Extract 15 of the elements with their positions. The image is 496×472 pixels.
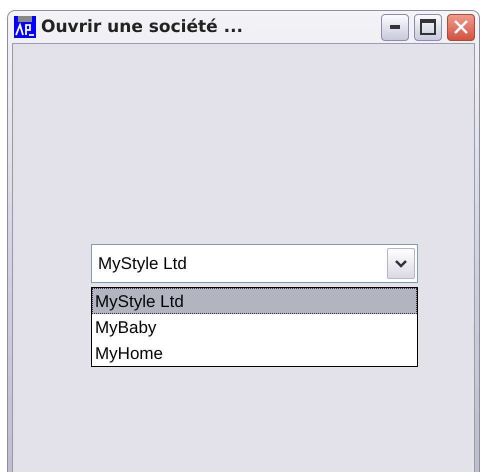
maximize-button[interactable] (414, 14, 442, 40)
combo-value: MyStyle Ltd (98, 254, 188, 274)
app-icon (14, 16, 36, 38)
chevron-down-icon (395, 260, 407, 268)
dropdown-option[interactable]: MyStyle Ltd (92, 288, 417, 314)
minimize-button[interactable] (381, 14, 409, 40)
dropdown-button[interactable] (387, 248, 415, 279)
maximize-icon (420, 19, 436, 35)
window-title: Ouvrir une société ... (41, 17, 244, 37)
dropdown-option[interactable]: MyHome (92, 340, 417, 366)
close-icon (453, 19, 469, 35)
company-combo[interactable]: MyStyle Ltd (91, 244, 418, 283)
minimize-icon (390, 25, 400, 29)
dropdown-option[interactable]: MyBaby (92, 314, 417, 340)
close-button[interactable] (447, 14, 475, 40)
